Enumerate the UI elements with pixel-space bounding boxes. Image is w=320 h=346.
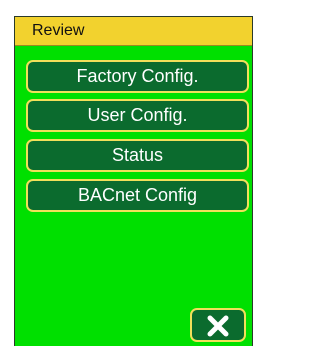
bacnet-config-button[interactable]: BACnet Config: [26, 179, 249, 212]
factory-config-button[interactable]: Factory Config.: [26, 60, 249, 93]
status-button[interactable]: Status: [26, 139, 249, 172]
device-screen: Review Factory Config. User Config. Stat…: [14, 16, 253, 346]
close-button[interactable]: [190, 308, 246, 342]
close-icon: [207, 315, 229, 337]
page-title: Review: [32, 22, 85, 39]
header-bar: Review: [15, 17, 252, 46]
user-config-button[interactable]: User Config.: [26, 99, 249, 132]
